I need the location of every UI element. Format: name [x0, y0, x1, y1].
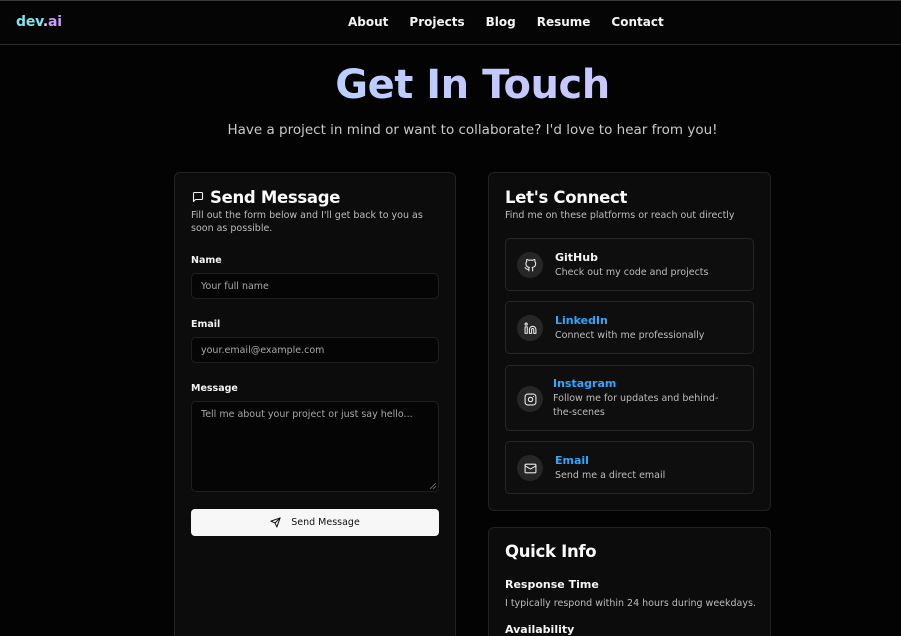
quick-info-title: Quick Info	[505, 542, 597, 561]
send-message-button[interactable]: Send Message	[191, 509, 439, 536]
response-time-label: Response Time	[505, 578, 599, 591]
instagram-icon	[517, 386, 543, 412]
social-link-linkedin[interactable]: LinkedIn Connect with me professionally	[505, 301, 754, 354]
availability-label: Availability	[505, 623, 575, 636]
send-button-label: Send Message	[291, 517, 360, 528]
quick-info-card: Quick Info Response Time I typically res…	[488, 527, 771, 636]
logo-ai: ai	[48, 14, 62, 30]
message-label: Message	[191, 383, 238, 394]
linkedin-icon	[517, 315, 543, 341]
contact-form-card: Send Message Fill out the form below and…	[174, 172, 456, 636]
response-time-text: I typically respond within 24 hours duri…	[505, 598, 756, 609]
page-title: Get In Touch	[0, 62, 901, 108]
social-link-github[interactable]: GitHub Check out my code and projects	[505, 238, 754, 291]
email-title: Email	[555, 454, 589, 467]
nav-link-about[interactable]: About	[348, 15, 388, 29]
form-description: Fill out the form below and I'll get bac…	[191, 210, 423, 234]
top-navbar: dev.ai About Projects Blog Resume Contac…	[0, 0, 901, 45]
name-input[interactable]: Your full name	[191, 273, 439, 299]
message-textarea[interactable]: Tell me about your project or just say h…	[191, 401, 439, 492]
message-square-icon	[192, 191, 204, 203]
form-title: Send Message	[210, 188, 341, 207]
social-link-email[interactable]: Email Send me a direct email	[505, 441, 754, 494]
linkedin-desc: Connect with me professionally	[555, 330, 705, 341]
logo-dev: dev	[16, 14, 43, 30]
mail-icon	[517, 455, 543, 481]
send-icon	[270, 517, 281, 528]
nav-link-blog[interactable]: Blog	[486, 15, 516, 29]
email-input[interactable]: your.email@example.com	[191, 337, 439, 363]
site-logo[interactable]: dev.ai	[16, 14, 62, 30]
name-label: Name	[191, 255, 222, 266]
instagram-desc: Follow me for updates and behind-the-sce…	[553, 393, 719, 418]
connect-description: Find me on these platforms or reach out …	[505, 210, 735, 221]
nav-links: About Projects Blog Resume Contact	[348, 15, 685, 29]
message-placeholder: Tell me about your project or just say h…	[201, 409, 413, 420]
github-icon	[517, 252, 543, 278]
github-title: GitHub	[555, 251, 598, 264]
email-desc: Send me a direct email	[555, 470, 666, 481]
instagram-title: Instagram	[553, 377, 617, 390]
nav-link-contact[interactable]: Contact	[611, 15, 663, 29]
connect-card: Let's Connect Find me on these platforms…	[488, 172, 771, 511]
nav-link-projects[interactable]: Projects	[409, 15, 464, 29]
linkedin-title: LinkedIn	[555, 314, 608, 327]
nav-link-resume[interactable]: Resume	[537, 15, 591, 29]
github-desc: Check out my code and projects	[555, 267, 709, 278]
resize-handle-icon[interactable]	[430, 483, 436, 489]
page-subtitle: Have a project in mind or want to collab…	[227, 122, 718, 138]
social-link-instagram[interactable]: Instagram Follow me for updates and behi…	[505, 365, 754, 431]
connect-title: Let's Connect	[505, 188, 628, 207]
email-label: Email	[191, 319, 221, 330]
